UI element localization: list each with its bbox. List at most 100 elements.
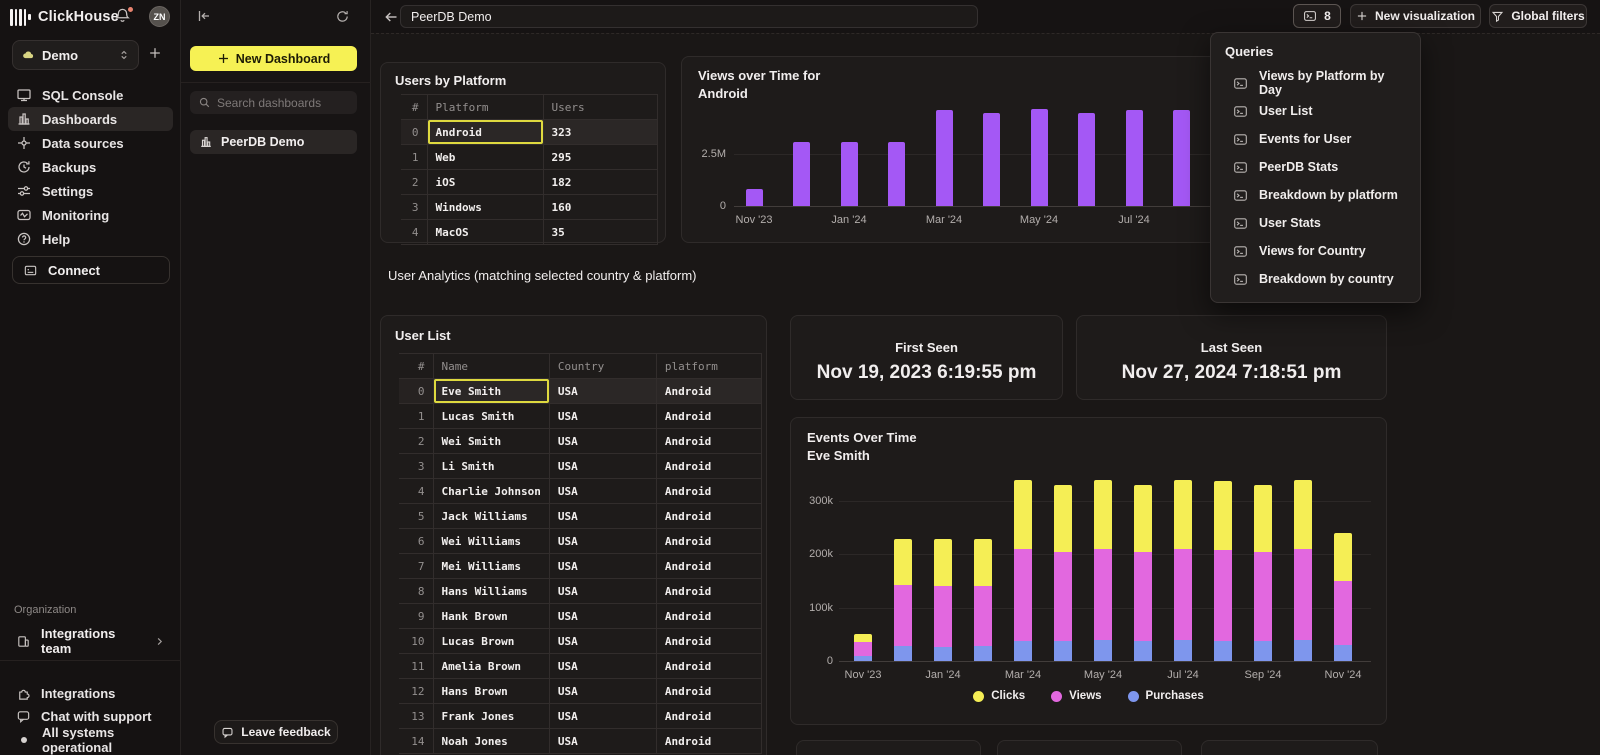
events-bar-segment-purchases[interactable] bbox=[1174, 640, 1192, 661]
events-bar-segment-purchases[interactable] bbox=[1254, 641, 1272, 661]
views-bar[interactable] bbox=[983, 113, 1000, 206]
sidebar-item-integrations-team[interactable]: Integrations team bbox=[8, 628, 173, 654]
query-item[interactable]: User Stats bbox=[1211, 209, 1420, 237]
table-cell[interactable]: Android bbox=[656, 604, 761, 629]
table-cell[interactable]: Android bbox=[656, 479, 761, 504]
legend-item-views[interactable]: Views bbox=[1051, 690, 1101, 702]
table-cell[interactable]: Android bbox=[656, 504, 761, 529]
table-cell[interactable]: Android bbox=[656, 679, 761, 704]
events-bar-segment-views[interactable] bbox=[1254, 552, 1272, 640]
table-cell[interactable]: Android bbox=[656, 529, 761, 554]
events-bar-segment-clicks[interactable] bbox=[1014, 480, 1032, 549]
events-bar-segment-views[interactable] bbox=[1094, 549, 1112, 640]
table-cell[interactable]: iOS bbox=[427, 170, 543, 195]
events-bar-segment-views[interactable] bbox=[1294, 549, 1312, 640]
table-cell[interactable]: USA bbox=[549, 479, 656, 504]
table-cell[interactable]: Jack Williams bbox=[433, 504, 549, 529]
events-bar-segment-clicks[interactable] bbox=[1214, 481, 1232, 550]
add-service-button[interactable] bbox=[148, 46, 162, 60]
query-item[interactable]: Events for User bbox=[1211, 125, 1420, 153]
table-cell[interactable]: USA bbox=[549, 729, 656, 754]
table-cell[interactable]: USA bbox=[549, 529, 656, 554]
table-cell[interactable]: USA bbox=[549, 629, 656, 654]
table-cell[interactable]: Android bbox=[656, 454, 761, 479]
search-input[interactable] bbox=[217, 96, 337, 110]
table-cell[interactable]: USA bbox=[549, 429, 656, 454]
events-bar-segment-clicks[interactable] bbox=[934, 539, 952, 585]
events-bar-segment-clicks[interactable] bbox=[1174, 480, 1192, 549]
refresh-icon[interactable] bbox=[333, 7, 351, 25]
events-bar-segment-views[interactable] bbox=[1214, 550, 1232, 641]
events-bar-segment-clicks[interactable] bbox=[1334, 533, 1352, 581]
table-cell[interactable]: Android bbox=[656, 579, 761, 604]
events-bar-segment-views[interactable] bbox=[974, 586, 992, 646]
events-bar-segment-clicks[interactable] bbox=[894, 539, 912, 585]
table-cell[interactable]: Android bbox=[656, 554, 761, 579]
table-cell[interactable]: Frank Jones bbox=[433, 704, 549, 729]
leave-feedback-button[interactable]: Leave feedback bbox=[214, 720, 338, 744]
table-cell[interactable]: Android bbox=[656, 404, 761, 429]
events-bar-segment-views[interactable] bbox=[894, 585, 912, 646]
events-bar-segment-purchases[interactable] bbox=[974, 646, 992, 661]
query-item[interactable]: Views by Platform by Day bbox=[1211, 69, 1420, 97]
table-cell[interactable]: USA bbox=[549, 379, 656, 404]
table-cell[interactable]: Charlie Johnson bbox=[433, 479, 549, 504]
table-cell[interactable]: Web bbox=[427, 145, 543, 170]
dashboard-search[interactable] bbox=[190, 91, 357, 114]
views-bar[interactable] bbox=[1173, 110, 1190, 206]
table-cell[interactable]: Android bbox=[656, 654, 761, 679]
table-cell[interactable]: USA bbox=[549, 654, 656, 679]
events-bar-segment-clicks[interactable] bbox=[974, 539, 992, 586]
sidebar-item-backups[interactable]: Backups bbox=[8, 155, 173, 179]
table-cell[interactable]: Android bbox=[656, 429, 761, 454]
views-bar[interactable] bbox=[793, 142, 810, 206]
notifications-button[interactable] bbox=[114, 7, 134, 27]
table-cell[interactable]: Eve Smith bbox=[433, 379, 549, 404]
table-cell[interactable]: 182 bbox=[543, 170, 657, 195]
sidebar-item-settings[interactable]: Settings bbox=[8, 179, 173, 203]
views-bar[interactable] bbox=[1126, 110, 1143, 206]
query-item[interactable]: User List bbox=[1211, 97, 1420, 125]
sidebar-item-data-sources[interactable]: Data sources bbox=[8, 131, 173, 155]
events-bar-segment-clicks[interactable] bbox=[1254, 485, 1272, 552]
events-bar-segment-clicks[interactable] bbox=[1054, 485, 1072, 552]
query-item[interactable]: Breakdown by country bbox=[1211, 265, 1420, 293]
clickhouse-logo-icon[interactable] bbox=[10, 9, 31, 26]
table-cell[interactable]: USA bbox=[549, 554, 656, 579]
table-cell[interactable]: Noah Jones bbox=[433, 729, 549, 754]
events-bar-segment-clicks[interactable] bbox=[854, 634, 872, 642]
legend-item-clicks[interactable]: Clicks bbox=[973, 690, 1025, 702]
new-dashboard-button[interactable]: New Dashboard bbox=[190, 46, 357, 71]
collapse-panel-button[interactable] bbox=[195, 7, 213, 25]
events-bar-segment-purchases[interactable] bbox=[854, 656, 872, 661]
legend-item-purchases[interactable]: Purchases bbox=[1128, 690, 1204, 702]
sidebar-item-monitoring[interactable]: Monitoring bbox=[8, 203, 173, 227]
events-bar-segment-views[interactable] bbox=[1174, 549, 1192, 640]
table-cell[interactable]: 160 bbox=[543, 195, 657, 220]
table-cell[interactable]: USA bbox=[549, 704, 656, 729]
table-cell[interactable]: 295 bbox=[543, 145, 657, 170]
table-cell[interactable]: USA bbox=[549, 679, 656, 704]
sidebar-item-connect[interactable]: Connect bbox=[12, 256, 170, 284]
events-bar-segment-purchases[interactable] bbox=[934, 647, 952, 661]
events-bar-segment-purchases[interactable] bbox=[1334, 645, 1352, 661]
table-cell[interactable]: MacOS bbox=[427, 220, 543, 245]
table-cell[interactable]: Lucas Brown bbox=[433, 629, 549, 654]
new-visualization-button[interactable]: New visualization bbox=[1350, 4, 1481, 28]
table-cell[interactable]: 35 bbox=[543, 220, 657, 245]
table-cell[interactable]: Android bbox=[656, 729, 761, 754]
views-bar[interactable] bbox=[1031, 109, 1048, 206]
table-cell[interactable]: USA bbox=[549, 404, 656, 429]
sidebar-item-dashboards[interactable]: Dashboards bbox=[8, 107, 173, 131]
sidebar-item-integrations[interactable]: Integrations bbox=[8, 682, 173, 705]
table-cell[interactable]: Android bbox=[427, 120, 543, 145]
events-bar-segment-purchases[interactable] bbox=[1134, 641, 1152, 661]
sidebar-item-all-systems-operational[interactable]: All systems operational bbox=[8, 728, 173, 751]
table-cell[interactable]: Li Smith bbox=[433, 454, 549, 479]
table-cell[interactable]: Amelia Brown bbox=[433, 654, 549, 679]
events-bar-segment-views[interactable] bbox=[1334, 581, 1352, 645]
views-bar[interactable] bbox=[888, 142, 905, 206]
events-bar-segment-purchases[interactable] bbox=[894, 646, 912, 661]
query-item[interactable]: Breakdown by platform bbox=[1211, 181, 1420, 209]
query-item[interactable]: PeerDB Stats bbox=[1211, 153, 1420, 181]
